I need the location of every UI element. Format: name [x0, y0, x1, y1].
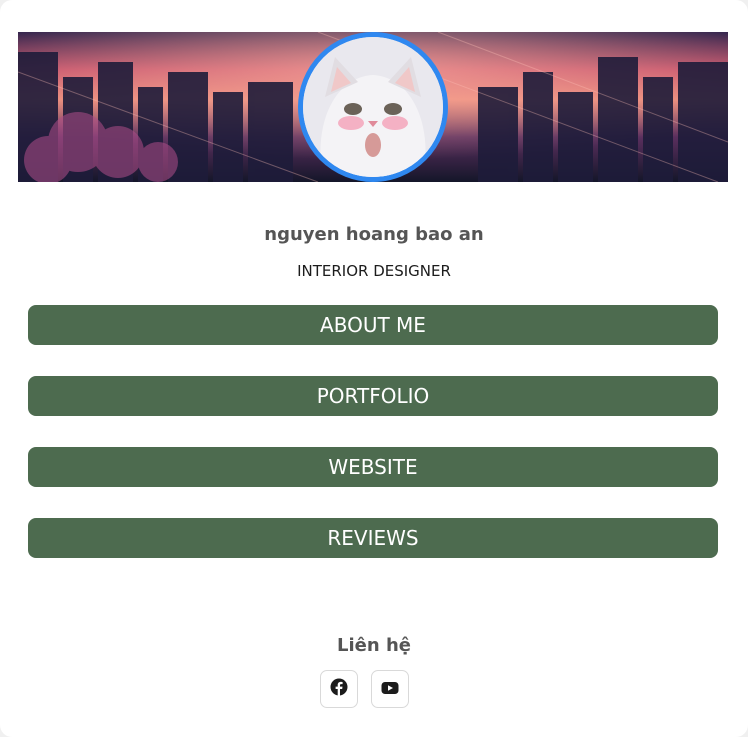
youtube-button[interactable] [371, 670, 409, 708]
profile-role: INTERIOR DESIGNER [297, 262, 451, 280]
contact-title: Liên hệ [337, 635, 411, 656]
link-list: ABOUT ME PORTFOLIO WEBSITE REVIEWS [28, 305, 718, 589]
youtube-icon [381, 680, 399, 699]
profile-avatar [298, 32, 448, 182]
reviews-button[interactable]: REVIEWS [28, 518, 718, 558]
profile-name: nguyen hoang bao an [264, 224, 484, 245]
about-me-button[interactable]: ABOUT ME [28, 305, 718, 345]
facebook-button[interactable] [320, 670, 358, 708]
facebook-icon [330, 678, 348, 700]
profile-card: nguyen hoang bao an INTERIOR DESIGNER AB… [0, 0, 748, 737]
social-links [320, 670, 409, 708]
portfolio-button[interactable]: PORTFOLIO [28, 376, 718, 416]
website-button[interactable]: WEBSITE [28, 447, 718, 487]
